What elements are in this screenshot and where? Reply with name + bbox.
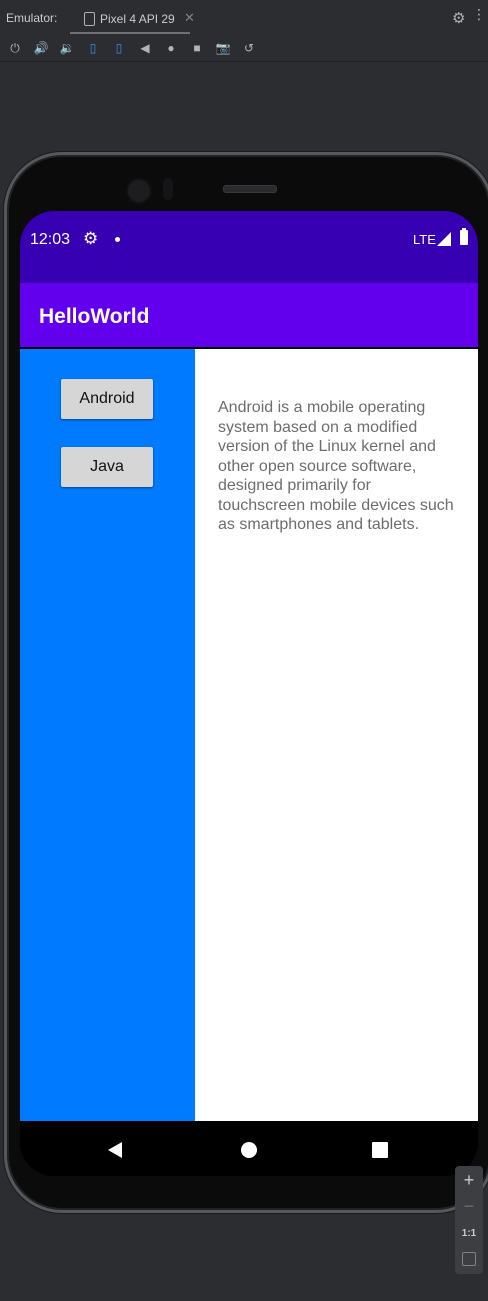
- rotate-right-icon[interactable]: ▯: [111, 40, 127, 56]
- camera-icon[interactable]: 📷: [215, 40, 231, 56]
- status-bar: 12:03 ⚙ LTE: [20, 211, 478, 283]
- battery-icon: [460, 228, 468, 245]
- earpiece-speaker: [223, 185, 277, 193]
- left-pane: Android Java: [20, 349, 195, 1121]
- zoom-in-button[interactable]: +: [455, 1170, 483, 1191]
- home-icon[interactable]: ●: [163, 40, 179, 56]
- device-screen: 12:03 ⚙ LTE HelloWorld Android Java Andr…: [20, 211, 478, 1176]
- navigation-bar: [20, 1121, 478, 1176]
- front-camera: [126, 178, 152, 204]
- description-text: Android is a mobile operating system bas…: [218, 399, 454, 533]
- emulator-toolbar: ⏻ 🔊 🔉 ▯ ▯ ◀ ● ■ 📷 ↺: [0, 36, 488, 60]
- more-options-icon[interactable]: ⋮: [472, 7, 486, 21]
- emulator-settings-icon[interactable]: ⚙: [452, 9, 465, 27]
- settings-notification-icon: ⚙: [83, 229, 99, 248]
- fit-screen-icon[interactable]: [462, 1252, 476, 1266]
- power-icon[interactable]: ⏻: [7, 40, 23, 56]
- app-title: HelloWorld: [39, 305, 150, 328]
- nav-recents-icon[interactable]: [372, 1142, 388, 1158]
- emulator-title: Emulator:: [6, 11, 58, 25]
- notification-dot-icon: [115, 237, 120, 242]
- actual-size-button[interactable]: 1:1: [455, 1228, 483, 1239]
- nav-back-icon[interactable]: [108, 1142, 122, 1158]
- zoom-panel: + − 1:1: [455, 1166, 483, 1274]
- device-icon: [84, 12, 95, 26]
- rotate-left-icon[interactable]: ▯: [85, 40, 101, 56]
- app-bar: HelloWorld: [20, 283, 478, 347]
- volume-up-icon[interactable]: 🔊: [33, 40, 49, 56]
- proximity-sensor: [163, 178, 173, 200]
- signal-icon: [437, 232, 451, 246]
- close-tab-icon[interactable]: ✕: [184, 10, 195, 26]
- java-button[interactable]: Java: [61, 447, 153, 487]
- zoom-out-button[interactable]: −: [455, 1196, 483, 1217]
- snapshot-icon[interactable]: ↺: [241, 40, 257, 56]
- network-type: LTE: [413, 232, 436, 247]
- device-tab[interactable]: Pixel 4 API 29 ✕: [70, 4, 195, 34]
- device-tab-label: Pixel 4 API 29: [100, 12, 175, 26]
- main-content: Android Java Android is a mobile operati…: [20, 349, 478, 1121]
- back-icon[interactable]: ◀: [137, 40, 153, 56]
- toolbar-divider: [0, 61, 488, 62]
- android-button[interactable]: Android: [61, 379, 153, 419]
- emulator-top-bar: Emulator: Pixel 4 API 29 ✕ ⚙ ⋮: [0, 0, 488, 36]
- volume-down-icon[interactable]: 🔉: [59, 40, 75, 56]
- nav-home-icon[interactable]: [241, 1142, 257, 1158]
- status-clock: 12:03: [30, 231, 71, 248]
- overview-icon[interactable]: ■: [189, 40, 205, 56]
